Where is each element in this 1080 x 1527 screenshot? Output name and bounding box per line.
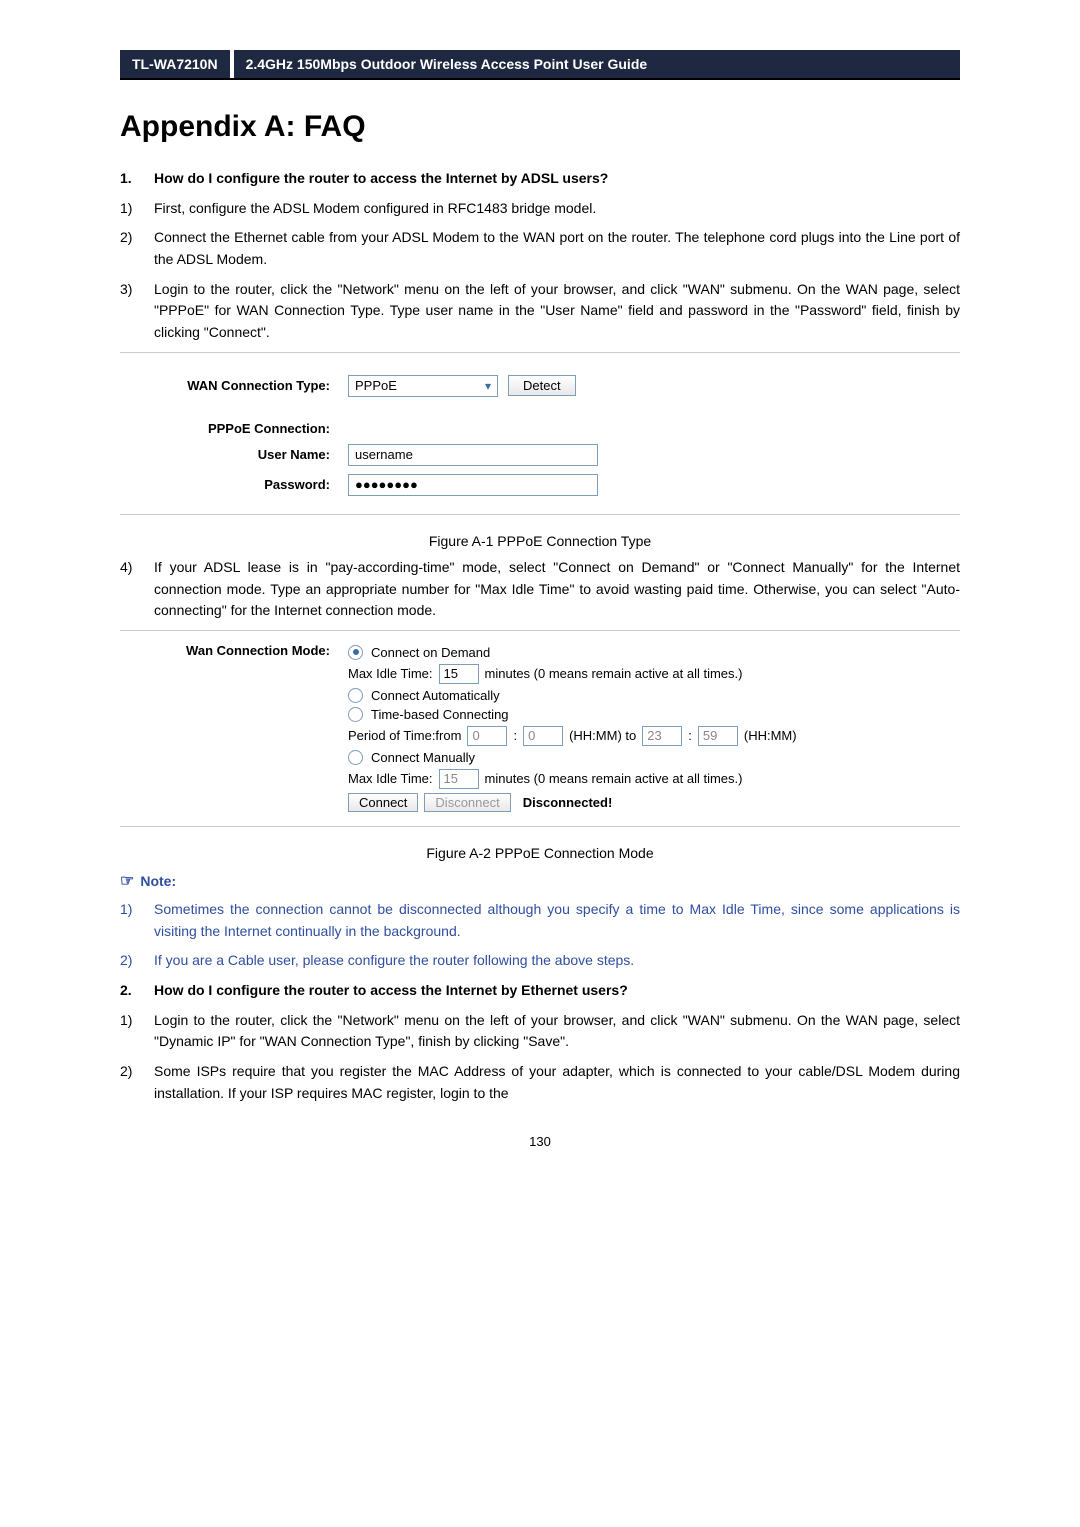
hhmm-to: (HH:MM) to xyxy=(569,728,636,743)
wan-type-select[interactable]: PPPoE ▾ xyxy=(348,375,498,397)
page-header: TL-WA7210N 2.4GHz 150Mbps Outdoor Wirele… xyxy=(120,50,960,80)
step-num: 3) xyxy=(120,279,154,344)
pppoe-conn-label: PPPoE Connection: xyxy=(130,421,348,436)
step-num: 1) xyxy=(120,198,154,220)
period-from-mm[interactable]: 0 xyxy=(523,726,563,746)
step-text: Login to the router, click the "Network"… xyxy=(154,1010,960,1053)
note-num: 1) xyxy=(120,899,154,942)
password-input[interactable]: ●●●●●●●● xyxy=(348,474,598,496)
max-idle-input-2[interactable]: 15 xyxy=(439,769,479,789)
idle-label: Max Idle Time: xyxy=(348,771,433,786)
step-num: 4) xyxy=(120,557,154,622)
disconnect-button[interactable]: Disconnect xyxy=(424,793,510,812)
opt-label: Connect on Demand xyxy=(371,645,490,660)
period-to-hh[interactable]: 23 xyxy=(642,726,682,746)
radio-connect-manually[interactable] xyxy=(348,750,363,765)
figure-caption: Figure A-2 PPPoE Connection Mode xyxy=(120,845,960,861)
q1-num: 1. xyxy=(120,168,154,190)
figure-caption: Figure A-1 PPPoE Connection Type xyxy=(120,533,960,549)
idle-suffix: minutes (0 means remain active at all ti… xyxy=(485,771,743,786)
wan-type-label: WAN Connection Type: xyxy=(130,378,348,393)
radio-time-based[interactable] xyxy=(348,707,363,722)
period-label: Period of Time:from xyxy=(348,728,461,743)
note-num: 2) xyxy=(120,950,154,972)
hhmm: (HH:MM) xyxy=(744,728,797,743)
password-label: Password: xyxy=(130,477,348,492)
status-disconnected: Disconnected! xyxy=(523,795,613,810)
username-input[interactable]: username xyxy=(348,444,598,466)
idle-label: Max Idle Time: xyxy=(348,666,433,681)
screenshot-pppoe-type: WAN Connection Type: PPPoE ▾ Detect PPPo… xyxy=(120,352,960,515)
opt-label: Connect Manually xyxy=(371,750,475,765)
detect-button[interactable]: Detect xyxy=(508,375,576,396)
step-num: 2) xyxy=(120,227,154,270)
max-idle-input-1[interactable]: 15 xyxy=(439,664,479,684)
idle-suffix: minutes (0 means remain active at all ti… xyxy=(485,666,743,681)
q2-num: 2. xyxy=(120,980,154,1002)
hand-point-icon: ☞ xyxy=(120,871,134,891)
note-text: If you are a Cable user, please configur… xyxy=(154,950,960,972)
step-num: 2) xyxy=(120,1061,154,1104)
step-text: Some ISPs require that you register the … xyxy=(154,1061,960,1104)
step-text: If your ADSL lease is in "pay-according-… xyxy=(154,557,960,622)
opt-label: Connect Automatically xyxy=(371,688,500,703)
step-text: Login to the router, click the "Network"… xyxy=(154,279,960,344)
radio-connect-auto[interactable] xyxy=(348,688,363,703)
note-text: Sometimes the connection cannot be disco… xyxy=(154,899,960,942)
note-heading: ☞ Note: xyxy=(120,871,960,891)
q2-text: How do I configure the router to access … xyxy=(154,980,960,1002)
step-text: First, configure the ADSL Modem configur… xyxy=(154,198,960,220)
step-num: 1) xyxy=(120,1010,154,1053)
q1-text: How do I configure the router to access … xyxy=(154,168,960,190)
chevron-down-icon: ▾ xyxy=(485,379,491,393)
page-title: Appendix A: FAQ xyxy=(120,110,960,144)
screenshot-pppoe-mode: Wan Connection Mode: Connect on Demand M… xyxy=(120,630,960,827)
radio-connect-on-demand[interactable] xyxy=(348,645,363,660)
opt-label: Time-based Connecting xyxy=(371,707,509,722)
period-to-mm[interactable]: 59 xyxy=(698,726,738,746)
wan-type-value: PPPoE xyxy=(355,378,397,393)
conn-mode-label: Wan Connection Mode: xyxy=(130,641,348,816)
period-from-hh[interactable]: 0 xyxy=(467,726,507,746)
username-label: User Name: xyxy=(130,447,348,462)
connect-button[interactable]: Connect xyxy=(348,793,418,812)
header-title: 2.4GHz 150Mbps Outdoor Wireless Access P… xyxy=(234,50,960,78)
header-model: TL-WA7210N xyxy=(120,50,230,78)
step-text: Connect the Ethernet cable from your ADS… xyxy=(154,227,960,270)
page-number: 130 xyxy=(120,1134,960,1149)
